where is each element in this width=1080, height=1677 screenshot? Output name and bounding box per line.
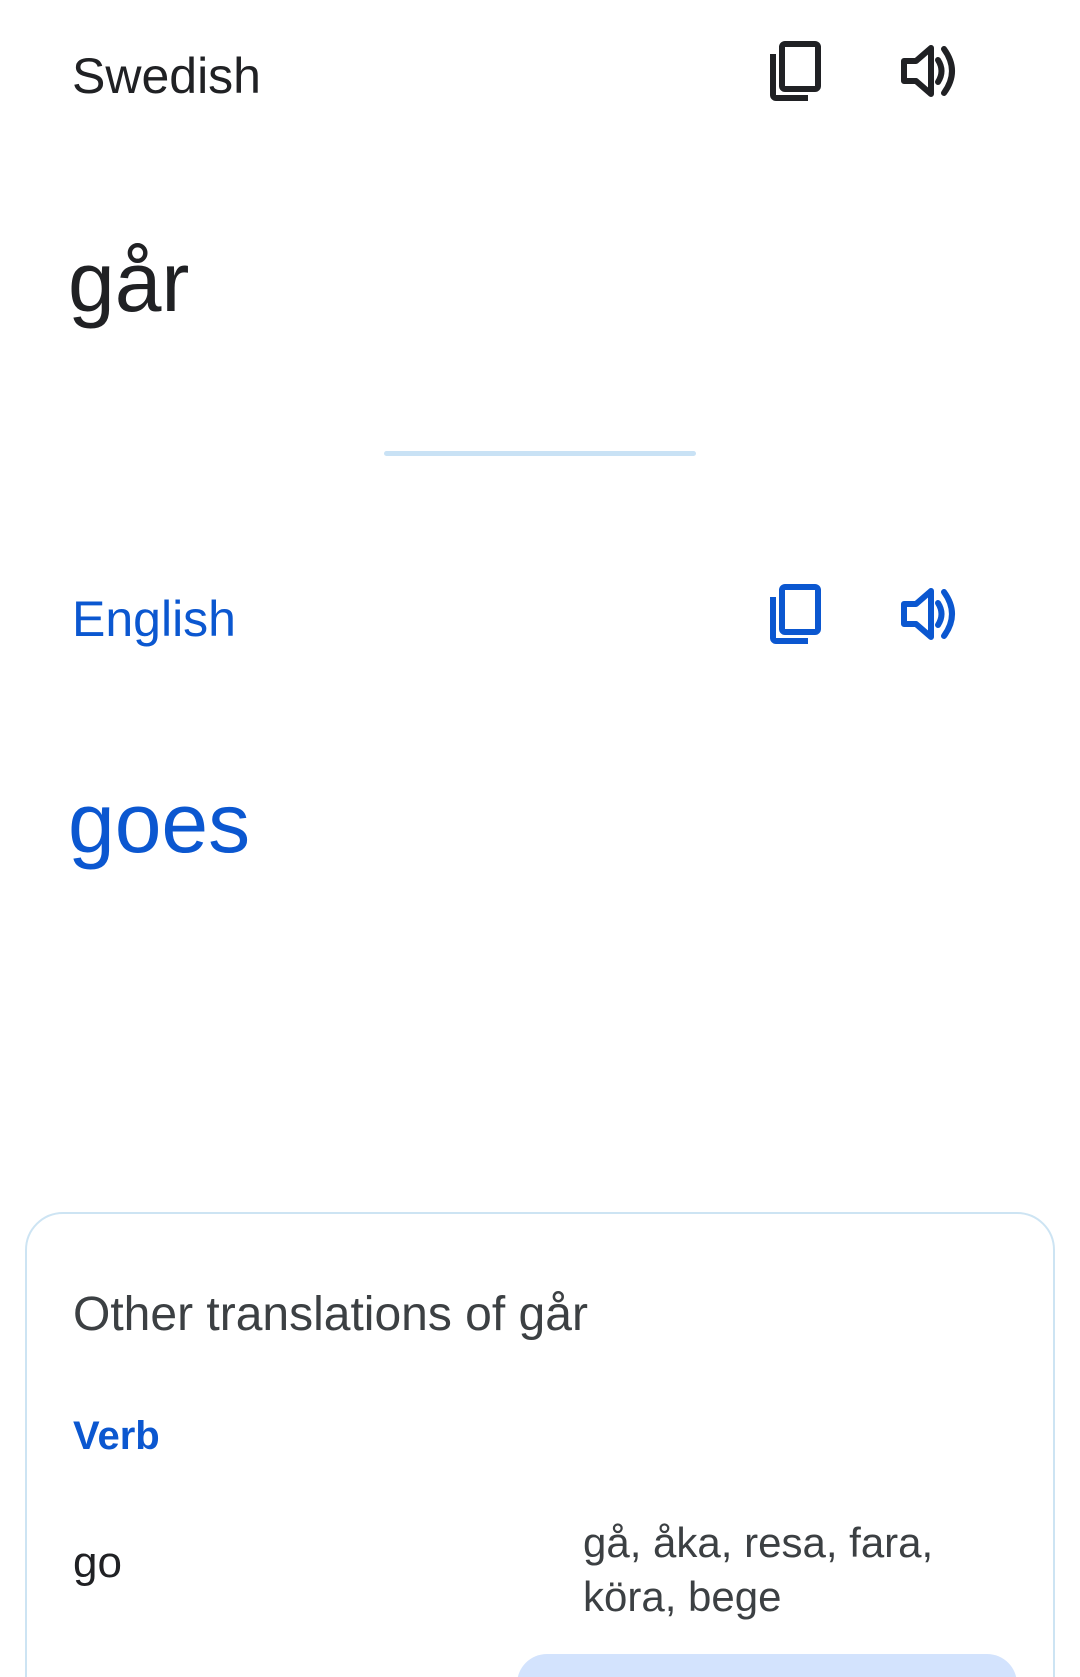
other-translations-title: Other translations of går xyxy=(73,1288,588,1341)
target-copy-button[interactable] xyxy=(755,574,835,654)
section-divider xyxy=(384,451,696,456)
copy-icon xyxy=(768,41,822,101)
back-translations: gå, åka, resa, fara, köra, bege xyxy=(583,1519,934,1620)
source-listen-button[interactable] xyxy=(890,31,970,111)
part-of-speech-label: Verb xyxy=(73,1414,160,1458)
target-listen-button[interactable] xyxy=(890,574,970,654)
frequency-chip xyxy=(517,1654,1017,1677)
source-text[interactable]: går xyxy=(68,232,189,332)
source-copy-button[interactable] xyxy=(755,31,835,111)
copy-icon xyxy=(768,584,822,644)
translation-screen: Swedish går English goes Other translati… xyxy=(0,0,1080,1677)
translation-entry-row[interactable]: go gå, åka, resa, fara, köra, bege xyxy=(73,1516,1033,1646)
volume-up-icon xyxy=(900,586,960,642)
source-language-label: Swedish xyxy=(72,48,261,104)
other-translations-card: Other translations of går Verb go gå, åk… xyxy=(25,1212,1055,1677)
volume-up-icon xyxy=(900,43,960,99)
target-language-label: English xyxy=(72,591,236,647)
translated-text: goes xyxy=(68,776,251,870)
translation-word: go xyxy=(73,1538,122,1587)
